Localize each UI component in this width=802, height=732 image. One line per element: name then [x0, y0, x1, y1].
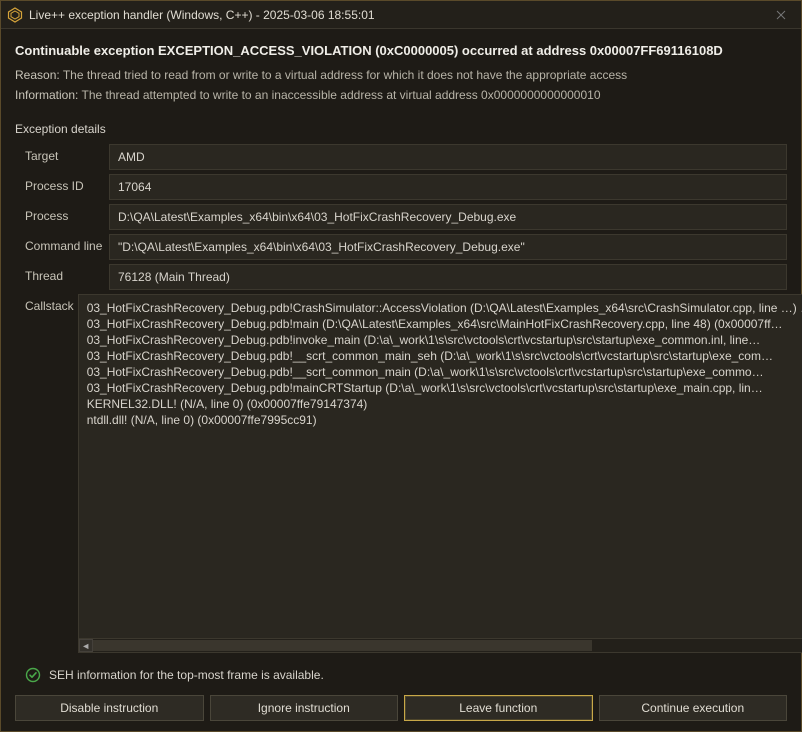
field-value[interactable]: 17064 [109, 174, 787, 200]
callstack-line[interactable]: 03_HotFixCrashRecovery_Debug.pdb!__scrt_… [87, 364, 802, 380]
field-label: Thread [15, 264, 109, 290]
titlebar[interactable]: Live++ exception handler (Windows, C++) … [1, 1, 801, 29]
callstack-line[interactable]: ntdll.dll! (N/A, line 0) (0x00007ffe7995… [87, 412, 802, 428]
leave-function-button[interactable]: Leave function [404, 695, 593, 721]
exception-details: Target AMD Process ID 17064 Process D:\Q… [15, 144, 787, 657]
continue-execution-button[interactable]: Continue execution [599, 695, 788, 721]
reason-text: The thread tried to read from or write t… [63, 68, 627, 82]
field-label: Process [15, 204, 109, 230]
window-title: Live++ exception handler (Windows, C++) … [29, 8, 767, 22]
disable-instruction-button[interactable]: Disable instruction [15, 695, 204, 721]
callstack-line[interactable]: 03_HotFixCrashRecovery_Debug.pdb!CrashSi… [87, 300, 802, 316]
field-label: Target [15, 144, 109, 170]
callstack-box[interactable]: 03_HotFixCrashRecovery_Debug.pdb!CrashSi… [78, 294, 802, 653]
dialog-content: Continuable exception EXCEPTION_ACCESS_V… [1, 29, 801, 731]
field-thread: Thread 76128 (Main Thread) [15, 264, 787, 290]
callstack-line[interactable]: 03_HotFixCrashRecovery_Debug.pdb!invoke_… [87, 332, 802, 348]
dialog-window: Live++ exception handler (Windows, C++) … [0, 0, 802, 732]
ignore-instruction-button[interactable]: Ignore instruction [210, 695, 399, 721]
reason-label: Reason: [15, 68, 60, 82]
callstack-line[interactable]: 03_HotFixCrashRecovery_Debug.pdb!main (D… [87, 316, 802, 332]
field-process-id: Process ID 17064 [15, 174, 787, 200]
callstack-container: 03_HotFixCrashRecovery_Debug.pdb!CrashSi… [78, 294, 802, 653]
close-button[interactable] [767, 5, 795, 25]
field-label: Command line [15, 234, 109, 260]
scroll-track[interactable] [93, 639, 802, 652]
field-value[interactable]: 76128 (Main Thread) [109, 264, 787, 290]
field-value[interactable]: "D:\QA\Latest\Examples_x64\bin\x64\03_Ho… [109, 234, 787, 260]
field-label: Callstack [15, 294, 78, 653]
field-callstack: Callstack 03_HotFixCrashRecovery_Debug.p… [15, 294, 787, 653]
field-value[interactable]: D:\QA\Latest\Examples_x64\bin\x64\03_Hot… [109, 204, 787, 230]
reason-line: Reason: The thread tried to read from or… [15, 68, 787, 82]
section-title: Exception details [15, 122, 787, 136]
callstack-line[interactable]: KERNEL32.DLL! (N/A, line 0) (0x00007ffe7… [87, 396, 802, 412]
callstack-line[interactable]: 03_HotFixCrashRecovery_Debug.pdb!mainCRT… [87, 380, 802, 396]
callstack-line[interactable]: 03_HotFixCrashRecovery_Debug.pdb!__scrt_… [87, 348, 802, 364]
check-circle-icon [25, 667, 41, 683]
field-command-line: Command line "D:\QA\Latest\Examples_x64\… [15, 234, 787, 260]
status-row: SEH information for the top-most frame i… [15, 667, 787, 683]
scroll-thumb[interactable] [93, 640, 592, 651]
button-row: Disable instruction Ignore instruction L… [15, 695, 787, 721]
field-target: Target AMD [15, 144, 787, 170]
scroll-left-button[interactable]: ◄ [79, 639, 93, 652]
information-text: The thread attempted to write to an inac… [82, 88, 601, 102]
exception-headline: Continuable exception EXCEPTION_ACCESS_V… [15, 43, 787, 58]
information-label: Information: [15, 88, 78, 102]
information-line: Information: The thread attempted to wri… [15, 88, 787, 102]
field-process: Process D:\QA\Latest\Examples_x64\bin\x6… [15, 204, 787, 230]
callstack-text[interactable]: 03_HotFixCrashRecovery_Debug.pdb!CrashSi… [79, 295, 802, 638]
callstack-hscrollbar[interactable]: ◄ ► [79, 638, 802, 652]
app-icon [7, 7, 23, 23]
close-icon [776, 10, 786, 20]
field-value[interactable]: AMD [109, 144, 787, 170]
field-label: Process ID [15, 174, 109, 200]
status-text: SEH information for the top-most frame i… [49, 668, 324, 682]
